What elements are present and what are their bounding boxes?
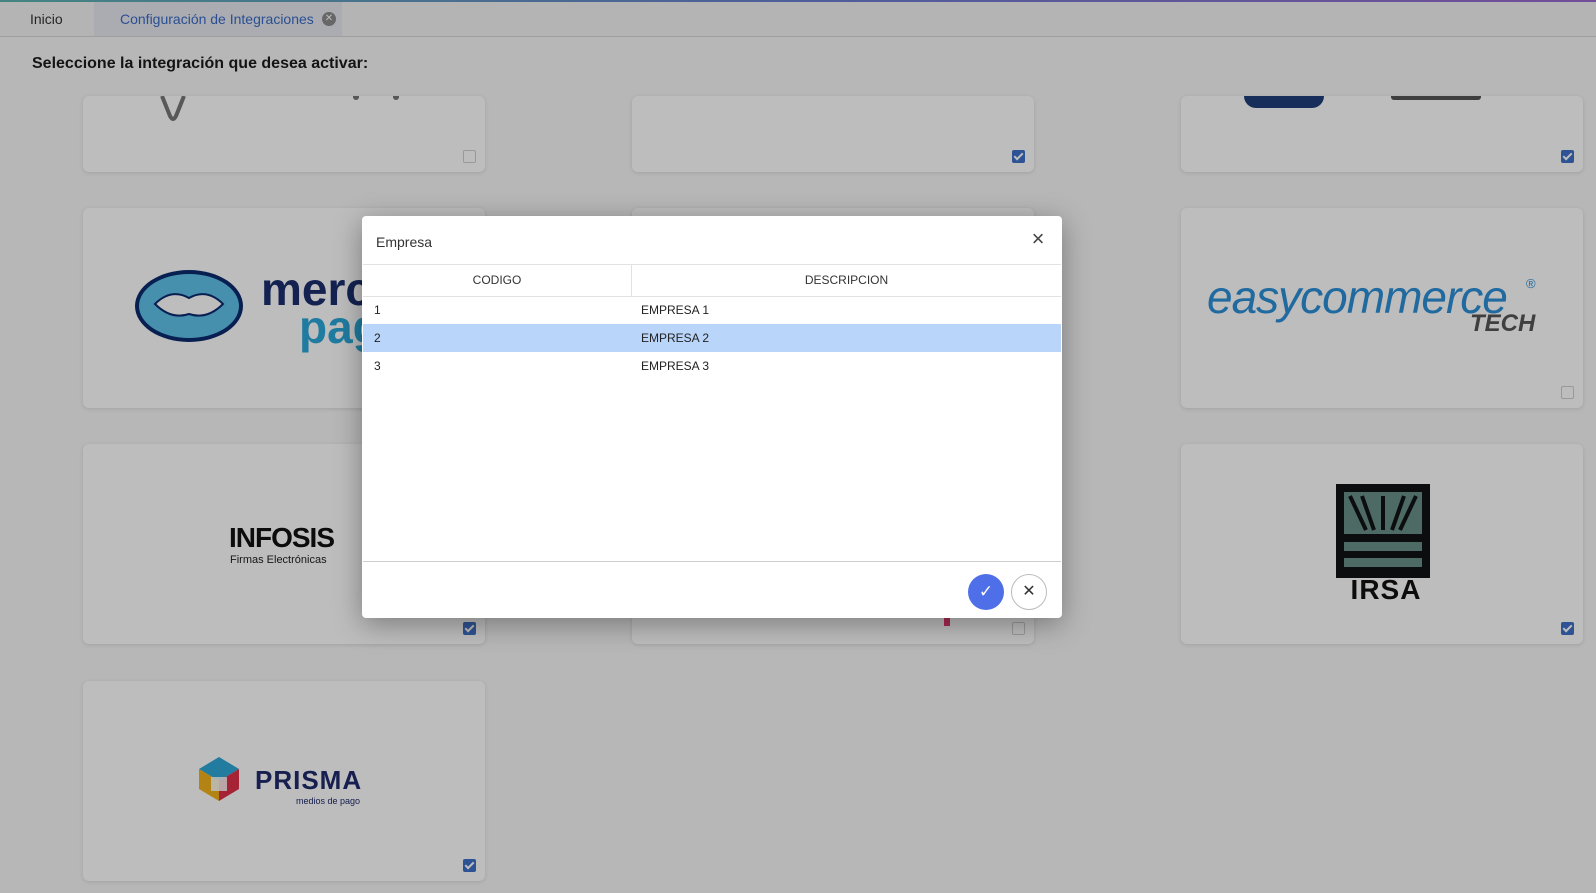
- cell-descripcion: EMPRESA 3: [641, 359, 710, 373]
- check-icon: ✓: [978, 582, 994, 601]
- close-icon: ✕: [1022, 583, 1036, 600]
- empresa-grid: CODIGO DESCRIPCION 1 EMPRESA 1 2 EMPRESA…: [363, 264, 1061, 562]
- table-row[interactable]: 3 EMPRESA 3: [363, 352, 1061, 380]
- cancel-button[interactable]: ✕: [1011, 574, 1047, 610]
- table-row-selected[interactable]: 2 EMPRESA 2: [363, 324, 1061, 352]
- cell-codigo: 2: [374, 331, 381, 345]
- column-header-descripcion[interactable]: DESCRIPCION: [632, 265, 1061, 296]
- empresa-dialog: Empresa × CODIGO DESCRIPCION 1 EMPRESA 1…: [362, 216, 1062, 618]
- grid-header: CODIGO DESCRIPCION: [363, 265, 1061, 297]
- cell-codigo: 3: [374, 359, 381, 373]
- table-row[interactable]: 1 EMPRESA 1: [363, 296, 1061, 324]
- column-header-codigo[interactable]: CODIGO: [363, 265, 632, 296]
- dialog-title: Empresa: [376, 234, 433, 250]
- cell-descripcion: EMPRESA 1: [641, 303, 710, 317]
- cell-descripcion: EMPRESA 2: [641, 331, 710, 345]
- cell-codigo: 1: [374, 303, 381, 317]
- confirm-button[interactable]: ✓: [968, 574, 1004, 610]
- close-icon[interactable]: ×: [1028, 228, 1048, 250]
